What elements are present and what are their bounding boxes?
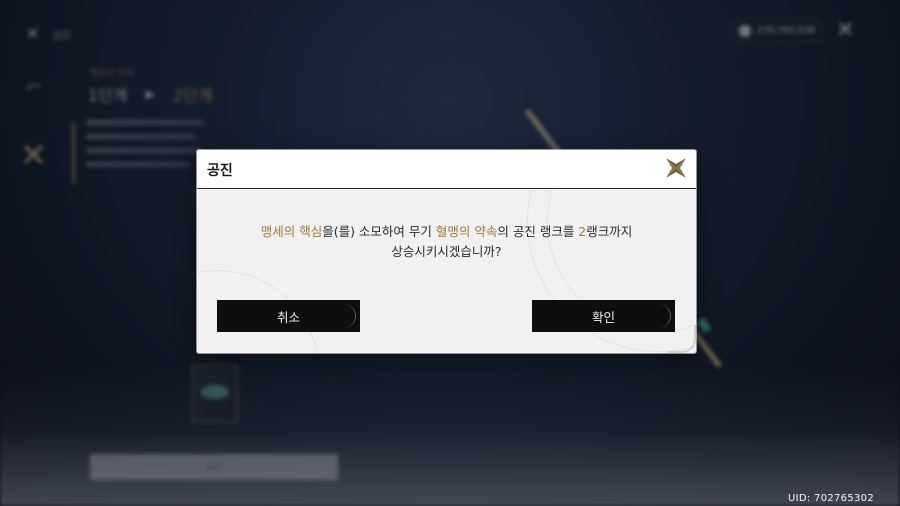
message-text: 랭크까지	[586, 224, 633, 239]
confirm-button-label: 확인	[591, 309, 615, 325]
confirm-button[interactable]: 확인	[532, 300, 675, 332]
message-text: 을(를) 소모하여 무기	[322, 224, 436, 239]
star-close-icon[interactable]	[663, 155, 689, 181]
cancel-button-label: 취소	[276, 309, 300, 325]
weapon-name: 혈맹의 약속	[435, 224, 498, 239]
material-name: 맹세의 핵심	[260, 224, 323, 239]
dialog-title: 공진	[207, 163, 233, 179]
cancel-button[interactable]: 취소	[217, 300, 360, 332]
dialog-header: 공진	[197, 150, 696, 189]
dialog-corner-deco	[668, 325, 696, 353]
message-text: 의 공진 랭크를	[497, 224, 579, 239]
button-deco	[341, 304, 356, 328]
dialog-message: 맹세의 핵심을(를) 소모하여 무기 혈맹의 약속의 공진 랭크를 2랭크까지 …	[197, 222, 696, 262]
resonance-confirm-dialog: 공진 맹세의 핵심을(를) 소모하여 무기 혈맹의 약속의 공진 랭크를 2랭크…	[197, 150, 696, 353]
message-line-2: 상승시키시겠습니까?	[391, 244, 502, 259]
uid-label: UID: 702765302	[788, 493, 874, 504]
